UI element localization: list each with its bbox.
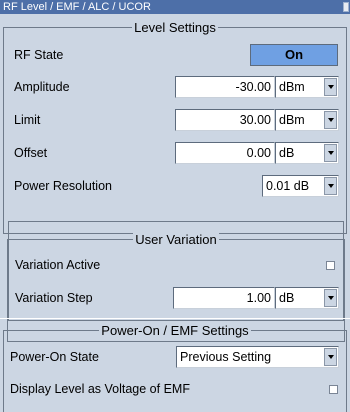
chevron-down-icon[interactable] xyxy=(324,144,337,162)
offset-row: Offset 0.00 dB xyxy=(4,140,346,166)
variation-step-unit-value: dB xyxy=(279,291,295,305)
offset-input[interactable]: 0.00 xyxy=(175,142,275,164)
rf-state-row: RF State On xyxy=(4,42,346,68)
chevron-down-icon[interactable] xyxy=(324,111,337,129)
power-resolution-value: 0.01 dB xyxy=(266,179,310,193)
amplitude-input[interactable]: -30.00 xyxy=(175,76,275,98)
power-resolution-select[interactable]: 0.01 dB xyxy=(262,175,339,197)
power-on-state-select[interactable]: Previous Setting xyxy=(176,346,339,368)
offset-unit-value: dB xyxy=(279,146,295,160)
variation-step-input[interactable]: 1.00 xyxy=(173,287,275,309)
dialog-body: Level Settings RF State On Amplitude -30… xyxy=(0,14,350,412)
section-divider xyxy=(0,318,350,319)
rf-state-toggle[interactable]: On xyxy=(250,44,338,66)
limit-label: Limit xyxy=(14,113,41,127)
chevron-down-icon[interactable] xyxy=(324,78,337,96)
level-settings-title: Level Settings xyxy=(132,20,218,35)
display-level-emf-checkbox[interactable] xyxy=(329,385,338,394)
window-title: RF Level / EMF / ALC / UCOR xyxy=(3,1,151,13)
chevron-down-icon[interactable] xyxy=(324,177,337,195)
display-level-emf-label: Display Level as Voltage of EMF xyxy=(10,382,190,396)
variation-active-row: Variation Active xyxy=(8,252,344,278)
window-titlebar: RF Level / EMF / ALC / UCOR xyxy=(0,0,350,14)
user-variation-title: User Variation xyxy=(133,232,219,247)
variation-active-label: Variation Active xyxy=(15,258,101,272)
amplitude-label: Amplitude xyxy=(14,80,70,94)
power-on-state-row: Power-On State Previous Setting xyxy=(4,344,346,370)
power-on-title: Power-On / EMF Settings xyxy=(99,323,251,338)
offset-unit-select[interactable]: dB xyxy=(275,142,339,164)
power-on-group: Power-On / EMF Settings Power-On State P… xyxy=(3,323,347,412)
chevron-down-icon[interactable] xyxy=(324,289,337,307)
power-on-state-value: Previous Setting xyxy=(180,350,272,364)
power-on-state-label: Power-On State xyxy=(10,350,99,364)
limit-input[interactable]: 30.00 xyxy=(175,109,275,131)
power-resolution-row: Power Resolution 0.01 dB xyxy=(4,173,346,199)
limit-unit-select[interactable]: dBm xyxy=(275,109,339,131)
limit-unit-value: dBm xyxy=(279,113,305,127)
power-resolution-label: Power Resolution xyxy=(14,179,112,193)
amplitude-unit-select[interactable]: dBm xyxy=(275,76,339,98)
chevron-down-icon[interactable] xyxy=(324,348,337,366)
variation-step-label: Variation Step xyxy=(15,291,93,305)
limit-row: Limit 30.00 dBm xyxy=(4,107,346,133)
display-level-emf-row: Display Level as Voltage of EMF xyxy=(4,376,346,402)
window-menu-icon[interactable] xyxy=(343,2,349,12)
amplitude-unit-value: dBm xyxy=(279,80,305,94)
offset-label: Offset xyxy=(14,146,48,160)
variation-active-checkbox[interactable] xyxy=(326,261,335,270)
variation-step-row: Variation Step 1.00 dB xyxy=(8,285,344,311)
level-settings-group: Level Settings RF State On Amplitude -30… xyxy=(3,20,347,321)
rf-state-label: RF State xyxy=(14,48,64,62)
variation-step-unit-select[interactable]: dB xyxy=(275,287,339,309)
amplitude-row: Amplitude -30.00 dBm xyxy=(4,74,346,100)
